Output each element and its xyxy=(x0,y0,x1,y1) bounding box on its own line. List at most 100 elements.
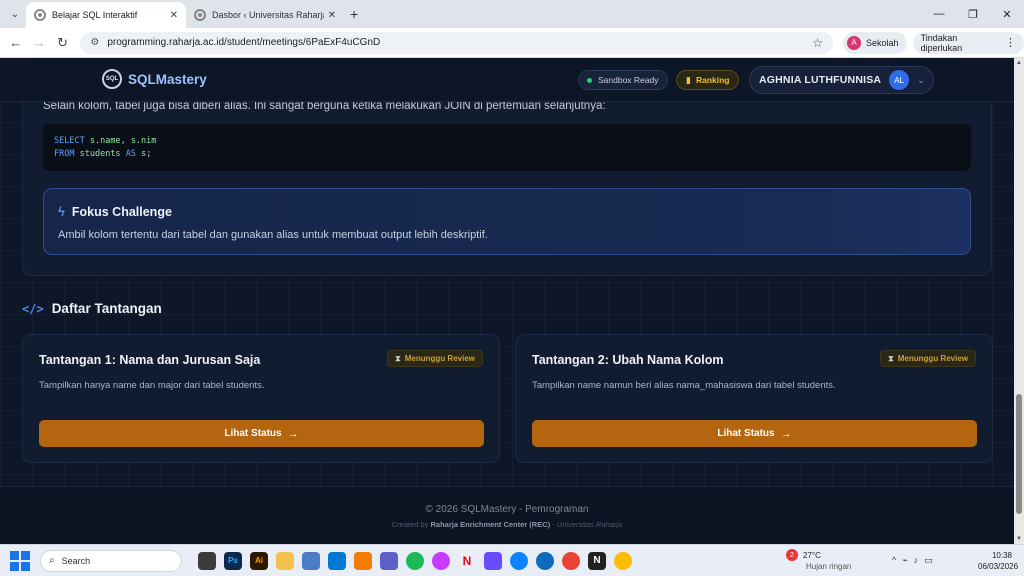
file-explorer-icon[interactable] xyxy=(276,551,294,570)
tab-title: Belajar SQL Interaktif xyxy=(52,10,138,20)
lightning-icon: ϟ xyxy=(58,204,65,219)
tab-close-icon[interactable]: ✕ xyxy=(170,10,178,21)
footer-credit: Created by Raharja Enrichment Center (RE… xyxy=(0,520,1014,529)
tray-chevron-icon[interactable]: ^ xyxy=(892,555,902,565)
sandbox-status-badge: Sandbox Ready xyxy=(578,70,668,90)
restore-icon[interactable]: ❐ xyxy=(956,0,990,28)
new-tab-plus-icon[interactable]: + xyxy=(350,6,358,22)
edge-icon[interactable] xyxy=(510,551,528,570)
illustrator-icon[interactable]: Ai xyxy=(250,551,268,570)
chevron-down-icon: ⌄ xyxy=(917,74,925,85)
tab-title: Dasbor ‹ Universitas Raharja — xyxy=(212,10,324,20)
close-window-icon[interactable]: ✕ xyxy=(990,0,1024,28)
virtualbox-icon[interactable] xyxy=(302,551,320,570)
volume-icon[interactable]: ♪ xyxy=(914,555,925,565)
kebab-menu-icon[interactable]: ⋮ xyxy=(1005,36,1016,49)
logo-text: SQLMastery xyxy=(128,71,207,87)
network-icon[interactable]: ⌁ xyxy=(902,555,913,565)
os-taskbar: ⌕ Search Ps Ai N N 2 27°C Hujan ringan ^⌁… xyxy=(0,544,1024,576)
copilot-icon[interactable] xyxy=(432,551,450,570)
weather-widget[interactable]: 2 27°C Hujan ringan xyxy=(786,549,851,572)
action-required-button[interactable]: Tindakan diperlukan ⋮ xyxy=(912,31,1024,54)
sandbox-status-label: Sandbox Ready xyxy=(598,75,659,85)
profile-button[interactable]: A Sekolah xyxy=(843,31,907,54)
focus-challenge-heading: ϟ Fokus Challenge xyxy=(58,204,956,219)
challenge-card-1: Tantangan 1: Nama dan Jurusan Saja ⧗ Men… xyxy=(22,334,500,463)
status-badge: ⧗ Menunggu Review xyxy=(387,350,483,367)
xampp-icon[interactable] xyxy=(354,551,372,570)
code-line-2: FROM students AS s; xyxy=(54,148,960,161)
code-brackets-icon: </> xyxy=(22,301,44,316)
web-page: Selain kolom, tabel juga bisa diberi ali… xyxy=(0,58,1014,544)
teams-icon[interactable] xyxy=(380,551,398,570)
windows-start-icon[interactable] xyxy=(10,550,30,571)
sql-code-block: SELECT s.name, s.nim FROM students AS s; xyxy=(43,124,971,171)
url-text: programming.raharja.ac.id/student/meetin… xyxy=(107,37,381,48)
ranking-label: Ranking xyxy=(695,75,730,85)
system-clock[interactable]: 10:38 06/03/2026 xyxy=(978,550,1019,572)
avatar: AL xyxy=(889,70,910,90)
ranking-button[interactable]: ▮ Ranking xyxy=(676,70,740,90)
arrow-right-icon: → xyxy=(287,427,299,440)
system-tray[interactable]: ^⌁♪▭ xyxy=(892,555,939,566)
chrome-icon[interactable] xyxy=(562,551,580,570)
code-punct: , xyxy=(120,136,131,146)
scroll-up-icon[interactable]: ▲ xyxy=(1016,60,1022,66)
browser-tab-inactive[interactable]: Dasbor ‹ Universitas Raharja — ✕ xyxy=(186,2,344,28)
scroll-down-icon[interactable]: ▼ xyxy=(1016,536,1022,542)
minimize-icon[interactable]: — xyxy=(922,0,956,28)
battery-icon[interactable]: ▭ xyxy=(924,555,939,565)
hourglass-icon: ⧗ xyxy=(395,353,401,363)
page-scrollbar[interactable]: ▲ ▼ xyxy=(1014,58,1024,544)
task-view-icon[interactable] xyxy=(198,551,216,570)
status-label: Menunggu Review xyxy=(404,354,475,363)
focus-challenge-desc: Ambil kolom tertentu dari tabel dan guna… xyxy=(58,229,488,241)
tab-favicon-icon xyxy=(34,9,46,21)
user-menu-button[interactable]: AGHNIA LUTHFUNNISA AL ⌄ xyxy=(749,66,934,94)
taskbar-search-placeholder: Search xyxy=(61,555,91,566)
netflix-icon[interactable]: N xyxy=(458,551,476,570)
back-arrow-icon[interactable]: ← xyxy=(4,35,27,50)
code-keyword: FROM xyxy=(54,149,75,159)
chrome-profile-icon[interactable] xyxy=(614,551,632,570)
tab-close-icon[interactable]: ✕ xyxy=(328,10,336,21)
reload-icon[interactable]: ↻ xyxy=(51,35,74,51)
challenge-section-title: Daftar Tantangan xyxy=(51,301,162,316)
status-label: Menunggu Review xyxy=(897,354,968,363)
challenge-title: Tantangan 1: Nama dan Jurusan Saja xyxy=(39,353,261,367)
footer-org-link[interactable]: Raharja Enrichment Center (REC) xyxy=(431,520,551,529)
browser-tab-active[interactable]: Belajar SQL Interaktif ✕ xyxy=(26,2,186,28)
taskbar-search-box[interactable]: ⌕ Search xyxy=(40,549,182,572)
scrollbar-thumb[interactable] xyxy=(1016,394,1022,514)
address-bar[interactable]: ⚙ programming.raharja.ac.id/student/meet… xyxy=(80,31,834,54)
code-punct: ; xyxy=(146,149,152,159)
view-status-button[interactable]: Lihat Status → xyxy=(39,420,484,447)
footer-univ-link[interactable]: Universitas Raharja xyxy=(557,520,622,529)
tab-search-chevron-icon[interactable]: ⌄ xyxy=(4,3,26,25)
vscode-icon[interactable] xyxy=(328,551,346,570)
code-line-1: SELECT s.name, s.nim xyxy=(54,135,960,148)
app-icon[interactable] xyxy=(484,551,502,570)
browser-toolbar: ← → ↻ ⚙ programming.raharja.ac.id/studen… xyxy=(0,28,1024,58)
action-required-label: Tindakan diperlukan xyxy=(920,32,963,53)
view-status-button[interactable]: Lihat Status → xyxy=(532,420,977,447)
logo-mark-icon: SQL xyxy=(102,69,122,89)
code-keyword: AS xyxy=(125,149,136,159)
weather-badge: 2 xyxy=(786,549,798,561)
site-info-icon[interactable]: ⚙ xyxy=(90,37,99,48)
photoshop-icon[interactable]: Ps xyxy=(224,551,242,570)
window-controls: — ❐ ✕ xyxy=(922,0,1024,28)
bookmark-star-icon[interactable]: ☆ xyxy=(812,36,823,50)
spotify-icon[interactable] xyxy=(406,551,424,570)
edge-alt-icon[interactable] xyxy=(536,551,554,570)
forward-arrow-icon[interactable]: → xyxy=(27,35,50,50)
code-token: students xyxy=(79,149,121,159)
challenge-title: Tantangan 2: Ubah Nama Kolom xyxy=(532,353,724,367)
status-badge: ⧗ Menunggu Review xyxy=(880,350,976,367)
challenge-desc: Tampilkan name namun beri alias nama_mah… xyxy=(532,380,836,391)
notion-icon[interactable]: N xyxy=(588,551,606,570)
app-logo[interactable]: SQL SQLMastery xyxy=(102,69,207,89)
taskbar-app-icons: Ps Ai N N xyxy=(198,551,640,570)
code-token: s.nim xyxy=(130,136,157,146)
clock-date: 06/03/2026 xyxy=(978,562,1019,571)
